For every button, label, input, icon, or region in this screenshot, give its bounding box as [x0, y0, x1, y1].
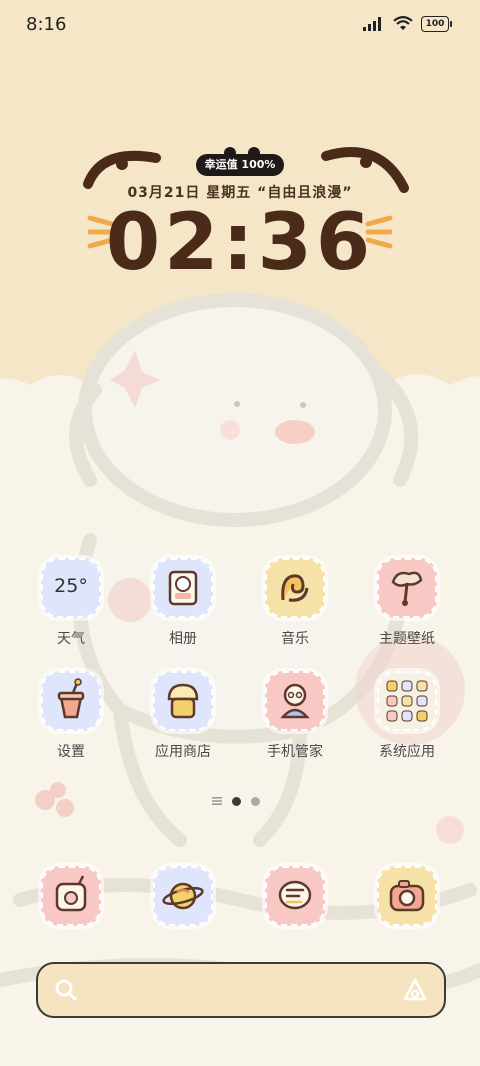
wallpaper-bear-art — [0, 293, 480, 995]
assistant-icon[interactable] — [402, 977, 428, 1003]
app-label: 主题壁纸 — [379, 631, 435, 647]
app-label: 设置 — [57, 744, 85, 760]
status-time: 8:16 — [26, 14, 67, 35]
settings-icon — [41, 671, 101, 731]
camera-icon — [377, 866, 437, 926]
weather-icon: 25° — [41, 558, 101, 618]
wifi-icon — [393, 16, 413, 30]
status-icons: 100 — [363, 16, 452, 32]
app-label: 音乐 — [281, 631, 309, 647]
app-label: 手机管家 — [267, 744, 323, 760]
weather-temp: 25° — [54, 575, 88, 597]
battery-icon: 100 — [421, 16, 452, 32]
music-icon — [265, 558, 325, 618]
app-weather[interactable]: 25° 天气 — [16, 558, 126, 648]
clock-widget[interactable]: 幸运值 100% 03月21日 星期五 “自由且浪漫” 02:36 — [0, 140, 480, 290]
page-indicator[interactable] — [212, 796, 260, 806]
page-dot-2[interactable] — [251, 796, 260, 806]
battery-level: 100 — [421, 16, 449, 32]
clock-time: 02:36 — [105, 198, 375, 288]
app-list-icon — [212, 797, 222, 805]
signal-icon — [363, 17, 381, 31]
phone-manager-icon — [265, 671, 325, 731]
app-theme-wallpaper[interactable]: 主题壁纸 — [352, 558, 462, 648]
dock-phone[interactable] — [16, 866, 126, 926]
theme-wallpaper-icon — [377, 558, 437, 618]
system-apps-folder-icon — [377, 671, 437, 731]
app-store-icon — [153, 671, 213, 731]
app-label: 应用商店 — [155, 744, 211, 760]
dock-messages[interactable] — [240, 866, 350, 926]
app-system-apps-folder[interactable]: 系统应用 — [352, 671, 462, 761]
luck-badge: 幸运值 100% — [196, 154, 284, 176]
app-label: 天气 — [57, 631, 85, 647]
messages-icon — [265, 866, 325, 926]
page-dot-1[interactable] — [232, 796, 241, 806]
dock-camera[interactable] — [352, 866, 462, 926]
browser-icon — [153, 866, 213, 926]
app-gallery[interactable]: 相册 — [128, 558, 238, 648]
status-bar: 8:16 100 — [0, 0, 480, 50]
dock-browser[interactable] — [128, 866, 238, 926]
search-bar[interactable] — [36, 962, 446, 1018]
search-icon — [55, 979, 77, 1001]
app-store[interactable]: 应用商店 — [128, 671, 238, 761]
app-settings[interactable]: 设置 — [16, 671, 126, 761]
app-label: 系统应用 — [379, 744, 435, 760]
phone-icon — [41, 866, 101, 926]
home-screen: 8:16 100 幸运值 100% 03月21日 星期五 “自由且浪漫” 02:… — [0, 0, 480, 1066]
gallery-icon — [153, 558, 213, 618]
app-music[interactable]: 音乐 — [240, 558, 350, 648]
app-phone-manager[interactable]: 手机管家 — [240, 671, 350, 761]
app-label: 相册 — [169, 631, 197, 647]
